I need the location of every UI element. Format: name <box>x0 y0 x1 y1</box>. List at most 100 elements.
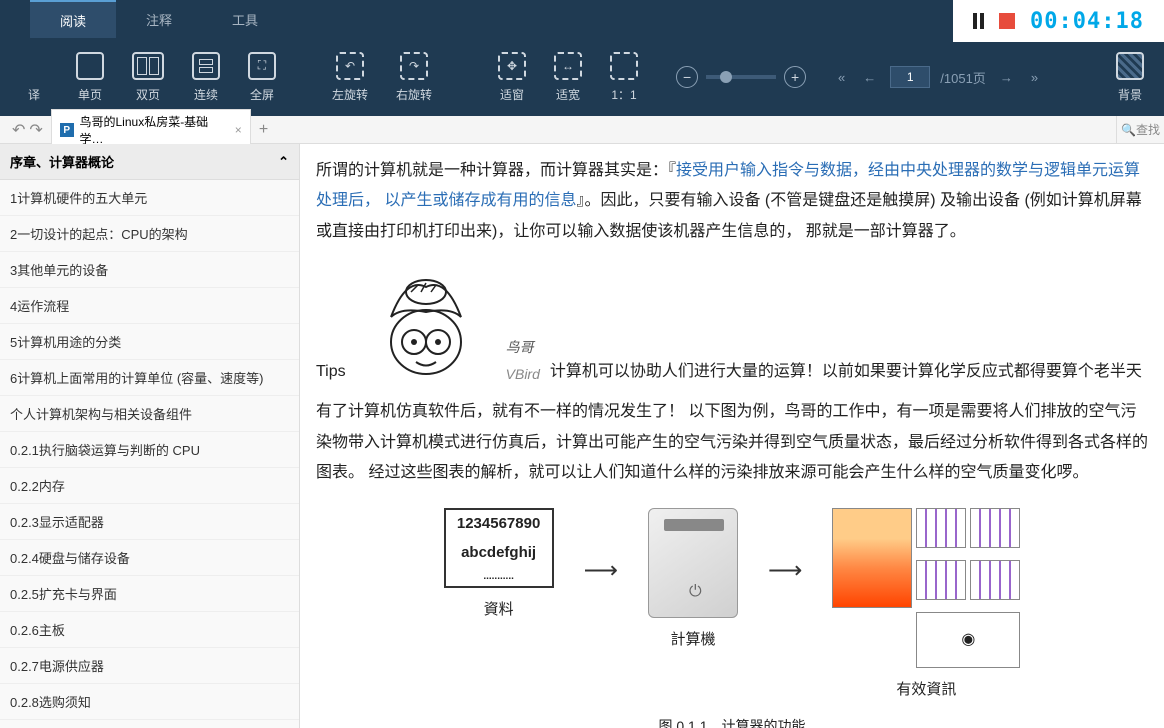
fullscreen-icon: ⛶ <box>248 52 276 80</box>
outline-item[interactable]: 个人计算机架构与相关设备组件 <box>0 396 299 432</box>
outline-item[interactable]: 0.2.8选购须知 <box>0 684 299 720</box>
outline-item[interactable]: 0.2.6主板 <box>0 612 299 648</box>
forward-button[interactable]: ↷ <box>29 120 42 140</box>
recorder-timer: 00:04:18 <box>1030 9 1144 34</box>
stop-icon[interactable] <box>999 13 1015 29</box>
search-icon: 🔍 <box>1121 123 1136 137</box>
actual-size-icon <box>610 52 638 80</box>
signature-en: VBird <box>506 361 540 388</box>
actual-size-label: 1：1 <box>611 86 636 103</box>
vbird-avatar-icon <box>356 257 496 387</box>
outline-item[interactable]: 0.2.5扩充卡与界面 <box>0 576 299 612</box>
tips-text: 计算机可以协助人们进行大量的运算！以前如果要计算化学反应式都得要算个老半天 <box>550 357 1148 387</box>
document-tab-title: 鸟哥的Linux私房菜-基础学… <box>80 113 229 147</box>
outline-header[interactable]: 序章、计算器概论 ⌃ <box>0 144 299 180</box>
fullscreen-button[interactable]: ⛶ 全屏 <box>238 46 286 109</box>
outline-item[interactable]: 3其他单元的设备 <box>0 252 299 288</box>
pause-icon[interactable] <box>973 13 984 29</box>
tab-read[interactable]: 阅读 <box>30 0 116 38</box>
rotate-left-label: 左旋转 <box>332 86 368 103</box>
rotate-right-button[interactable]: ↷ 右旋转 <box>386 46 442 109</box>
zoom-slider[interactable] <box>706 75 776 79</box>
next-page-button[interactable]: → <box>996 66 1017 89</box>
background-button[interactable]: 背景 <box>1106 46 1154 109</box>
rotate-left-icon: ↶ <box>336 52 364 80</box>
outline-item[interactable]: 6计算机上面常用的计算单位 (容量、速度等) <box>0 360 299 396</box>
diagram-data-box: 1234567890 abcdefghij ........... <box>444 508 554 588</box>
background-label: 背景 <box>1118 86 1142 103</box>
search-placeholder: 查找 <box>1136 121 1160 138</box>
single-page-label: 单页 <box>78 86 102 103</box>
single-page-button[interactable]: 单页 <box>66 46 114 109</box>
fit-width-icon: ↔ <box>554 52 582 80</box>
fit-window-button[interactable]: ✥ 适窗 <box>488 46 536 109</box>
outline-sidebar[interactable]: 序章、计算器概论 ⌃ 1计算机硬件的五大单元2一切设计的起点：CPU的架构3其他… <box>0 144 300 728</box>
first-page-button[interactable]: « <box>834 66 849 89</box>
page-nav: « ← /1051页 → » <box>834 66 1042 89</box>
main-tabs: 阅读 注释 工具 00:04:18 <box>0 0 1164 38</box>
pdf-icon: P <box>60 123 74 137</box>
outline-item[interactable]: 1计算机硬件的五大单元 <box>0 180 299 216</box>
tab-tools[interactable]: 工具 <box>202 0 288 38</box>
outline-item[interactable]: 0.2.1执行脑袋运算与判断的 CPU <box>0 432 299 468</box>
search-box[interactable]: 🔍 查找 <box>1116 116 1164 143</box>
diagram-label-info: 有效資訊 <box>896 676 956 705</box>
continuous-icon <box>192 52 220 80</box>
outline-item[interactable]: 2一切设计的起点：CPU的架构 <box>0 216 299 252</box>
outline-header-label: 序章、计算器概论 <box>10 152 114 171</box>
fit-window-label: 适窗 <box>500 86 524 103</box>
single-page-icon <box>76 52 104 80</box>
zoom-out-button[interactable]: − <box>676 66 698 88</box>
double-page-button[interactable]: 双页 <box>122 46 174 109</box>
translate-label: 译 <box>28 86 40 103</box>
fit-window-icon: ✥ <box>498 52 526 80</box>
tips-label: Tips <box>316 357 346 387</box>
outline-item[interactable]: 数据表示方式 <box>0 720 299 728</box>
recorder-panel: 00:04:18 <box>953 0 1164 42</box>
rotate-right-label: 右旋转 <box>396 86 432 103</box>
signature-cn: 鸟哥 <box>506 334 540 361</box>
diagram-output-charts: ◉ <box>832 508 1020 668</box>
last-page-button[interactable]: » <box>1027 66 1042 89</box>
actual-size-button[interactable]: 1：1 <box>600 46 648 109</box>
double-page-icon <box>132 52 164 80</box>
text: 所谓的计算机就是一种计算器，而计算器其实是：『 <box>316 162 676 179</box>
document-content: 所谓的计算机就是一种计算器，而计算器其实是：『接受用户输入指令与数据，经由中央处… <box>300 144 1164 728</box>
rotate-right-icon: ↷ <box>400 52 428 80</box>
fit-width-label: 适宽 <box>556 86 580 103</box>
double-page-label: 双页 <box>136 86 160 103</box>
outline-item[interactable]: 5计算机用途的分类 <box>0 324 299 360</box>
back-button[interactable]: ↶ <box>12 120 25 140</box>
diagram-label-computer: 計算機 <box>670 626 715 655</box>
outline-item[interactable]: 0.2.3显示适配器 <box>0 504 299 540</box>
add-tab-button[interactable]: + <box>251 121 276 139</box>
prev-page-button[interactable]: ← <box>859 66 880 89</box>
page-input[interactable] <box>890 66 930 88</box>
zoom-in-button[interactable]: + <box>784 66 806 88</box>
outline-item[interactable]: 0.2.2内存 <box>0 468 299 504</box>
diagram-label-data: 資料 <box>484 596 514 625</box>
zoom-control: − + <box>676 66 806 88</box>
translate-button[interactable]: 译 <box>10 46 58 109</box>
fullscreen-label: 全屏 <box>250 86 274 103</box>
fit-width-button[interactable]: ↔ 适宽 <box>544 46 592 109</box>
outline-item[interactable]: 0.2.4硬盘与储存设备 <box>0 540 299 576</box>
diagram-caption: 图 0.1.1、计算器的功能 <box>316 713 1148 728</box>
arrow-icon: ⟶ <box>584 548 618 594</box>
outline-item[interactable]: 4运作流程 <box>0 288 299 324</box>
tab-annotate[interactable]: 注释 <box>116 0 202 38</box>
rotate-left-button[interactable]: ↶ 左旋转 <box>322 46 378 109</box>
diagram-computer-icon <box>648 508 738 618</box>
toolbar: 译 单页 双页 连续 ⛶ 全屏 ↶ 左旋转 ↷ 右旋转 <box>0 38 1164 116</box>
outline-item[interactable]: 0.2.7电源供应器 <box>0 648 299 684</box>
paragraph-1: 所谓的计算机就是一种计算器，而计算器其实是：『接受用户输入指令与数据，经由中央处… <box>316 156 1148 247</box>
paragraph-2: 有了计算机仿真软件后，就有不一样的情况发生了！ 以下图为例，鸟哥的工作中，有一项… <box>316 397 1148 488</box>
arrow-icon: ⟶ <box>768 548 802 594</box>
page-total: /1051页 <box>940 68 986 87</box>
diagram: 1234567890 abcdefghij ........... 資料 ⟶ 計… <box>316 508 1148 705</box>
chevron-icon: ⌃ <box>278 154 289 170</box>
close-tab-button[interactable]: × <box>235 123 242 137</box>
continuous-button[interactable]: 连续 <box>182 46 230 109</box>
background-icon <box>1116 52 1144 80</box>
continuous-label: 连续 <box>194 86 218 103</box>
